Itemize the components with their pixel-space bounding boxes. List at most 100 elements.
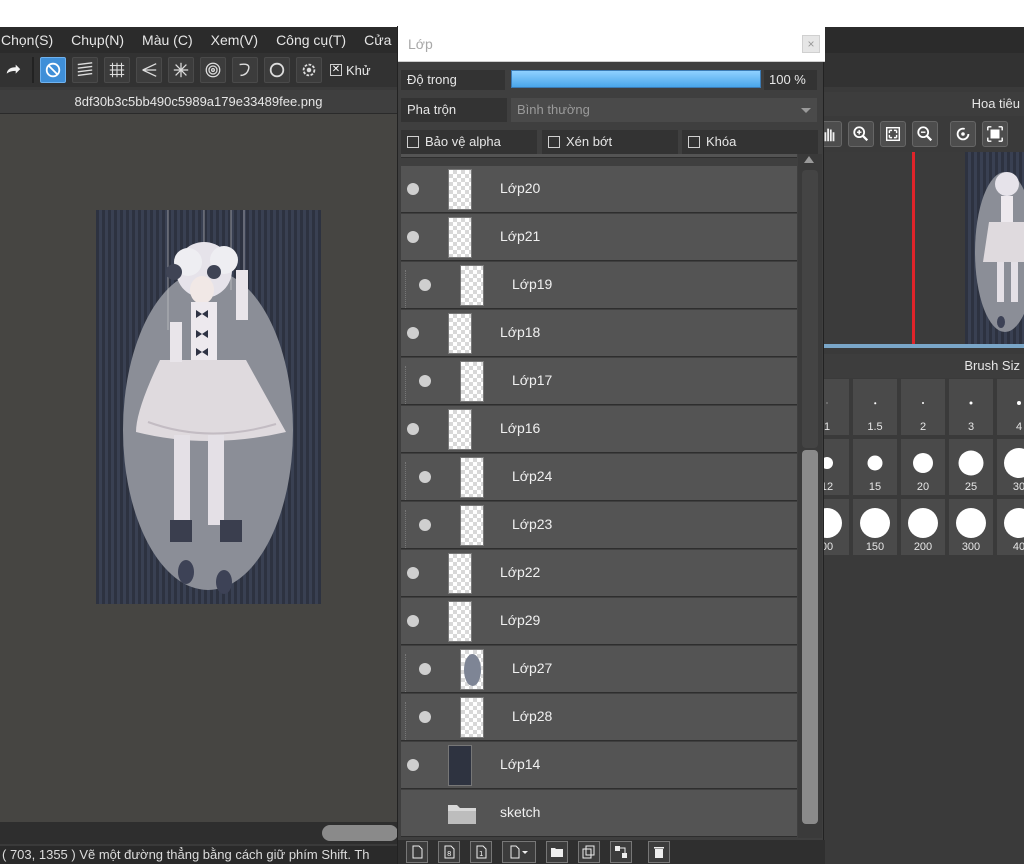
parallel-snap-icon: [77, 62, 93, 77]
brush-size-cell[interactable]: 30: [996, 438, 1024, 496]
new-layer-button[interactable]: [406, 841, 428, 863]
parallel-snap-button[interactable]: [72, 57, 98, 83]
close-icon[interactable]: ×: [802, 35, 820, 53]
brush-size-cell[interactable]: 2: [900, 378, 946, 436]
menu-select[interactable]: Chọn(S): [0, 32, 61, 48]
layer-row[interactable]: Lớp16: [401, 406, 797, 453]
visibility-eye-icon[interactable]: [407, 231, 419, 243]
menu-capture[interactable]: Chụp(N): [71, 32, 132, 48]
no-snap-button[interactable]: [40, 57, 66, 83]
clipping-box[interactable]: [548, 136, 560, 148]
layer-row[interactable]: Lớp19: [401, 262, 797, 309]
clipping-indicator-icon: [405, 510, 415, 548]
artwork-canvas[interactable]: [96, 210, 321, 604]
clipping-checkbox[interactable]: Xén bớt: [542, 130, 678, 154]
brush-size-cell[interactable]: 3: [948, 378, 994, 436]
layer-row[interactable]: Lớp21: [401, 214, 797, 261]
curve-snap-button[interactable]: [232, 57, 258, 83]
lock-box[interactable]: [688, 136, 700, 148]
brush-size-cell[interactable]: 200: [900, 498, 946, 556]
visibility-eye-icon[interactable]: [407, 327, 419, 339]
horizontal-scroll-thumb[interactable]: [322, 825, 398, 841]
menu-view[interactable]: Xem(V): [211, 32, 266, 48]
layer-panel-titlebar[interactable]: Lớp ×: [398, 26, 825, 62]
layer-row[interactable]: Lớp28: [401, 694, 797, 741]
layer-row[interactable]: Lớp29: [401, 598, 797, 645]
concentric-snap-button[interactable]: [200, 57, 226, 83]
canvas-area[interactable]: [0, 114, 400, 824]
layer-row[interactable]: sketch: [401, 790, 797, 837]
brush-size-cell[interactable]: 15: [852, 438, 898, 496]
menu-tools[interactable]: Công cụ(T): [276, 32, 354, 48]
visibility-eye-icon[interactable]: [419, 471, 431, 483]
brush-size-cell[interactable]: 4: [996, 378, 1024, 436]
brush-size-cell[interactable]: 300: [948, 498, 994, 556]
merge-layer-button[interactable]: [610, 841, 632, 863]
visibility-eye-icon[interactable]: [419, 519, 431, 531]
menu-window[interactable]: Cửa: [364, 32, 399, 48]
visibility-eye-icon[interactable]: [407, 183, 419, 195]
circle-snap-button[interactable]: [264, 57, 290, 83]
radial-snap-button[interactable]: [168, 57, 194, 83]
brush-size-label: 150: [865, 541, 885, 553]
scroll-up-icon[interactable]: [804, 156, 814, 163]
fullscreen-button[interactable]: [982, 121, 1008, 147]
reset-rotation-button[interactable]: [950, 121, 976, 147]
lock-checkbox[interactable]: Khóa: [682, 130, 818, 154]
visibility-eye-icon[interactable]: [419, 279, 431, 291]
brush-size-cell[interactable]: 20: [900, 438, 946, 496]
delete-layer-button[interactable]: [648, 841, 670, 863]
layer-row[interactable]: Lớp18: [401, 310, 797, 357]
toolbar-separator: [32, 57, 34, 83]
antialias-checkbox[interactable]: ✕ Khử: [330, 63, 371, 78]
layer-list-scrollbar[interactable]: [798, 154, 822, 854]
snap-settings-button[interactable]: [296, 57, 322, 83]
canvas-horizontal-scrollbar[interactable]: [0, 822, 400, 844]
visibility-eye-icon[interactable]: [419, 375, 431, 387]
visibility-eye-icon[interactable]: [407, 567, 419, 579]
svg-text:1: 1: [479, 850, 483, 858]
layer-name: Lớp16: [500, 420, 541, 436]
layer-row[interactable]: Lớp27: [401, 646, 797, 693]
vanishing-point-button[interactable]: [136, 57, 162, 83]
blend-mode-select[interactable]: Bình thường: [511, 98, 817, 122]
layer-row[interactable]: Lớp14: [401, 742, 797, 789]
layer-row[interactable]: Lớp20: [401, 166, 797, 213]
new-1bit-layer-button[interactable]: 1: [470, 841, 492, 863]
duplicate-layer-button[interactable]: [578, 841, 600, 863]
protect-alpha-checkbox[interactable]: Bảo vệ alpha: [401, 130, 537, 154]
redo-button[interactable]: [0, 57, 26, 83]
new-folder-button[interactable]: [546, 841, 568, 863]
zoom-out-button[interactable]: [912, 121, 938, 147]
brush-dot-icon: [922, 402, 924, 404]
visibility-eye-icon[interactable]: [407, 615, 419, 627]
new-8bit-layer-button[interactable]: 8: [438, 841, 460, 863]
layer-row-partial[interactable]: [401, 154, 797, 158]
navigator-preview[interactable]: [824, 152, 1024, 348]
layer-row[interactable]: Lớp24: [401, 454, 797, 501]
layer-row[interactable]: Lớp17: [401, 358, 797, 405]
brush-size-cell[interactable]: 1.5: [852, 378, 898, 436]
add-layer-menu-button[interactable]: [502, 841, 536, 863]
file-tab[interactable]: 8df30b3c5bb490c5989a179e33489fee.png: [0, 90, 397, 114]
brush-size-cell[interactable]: 25: [948, 438, 994, 496]
layer-row[interactable]: Lớp23: [401, 502, 797, 549]
visibility-eye-icon[interactable]: [407, 759, 419, 771]
visibility-eye-icon[interactable]: [407, 423, 419, 435]
brush-size-cell[interactable]: 40: [996, 498, 1024, 556]
scroll-track[interactable]: [802, 170, 818, 448]
scroll-thumb[interactable]: [802, 450, 818, 824]
antialias-check-box[interactable]: ✕: [330, 64, 342, 76]
protect-alpha-box[interactable]: [407, 136, 419, 148]
layer-thumbnail-shape: [464, 654, 481, 686]
layer-row[interactable]: Lớp22: [401, 550, 797, 597]
grid-snap-button[interactable]: [104, 57, 130, 83]
visibility-eye-icon[interactable]: [419, 711, 431, 723]
brush-size-cell[interactable]: 150: [852, 498, 898, 556]
menu-color[interactable]: Màu (C): [142, 32, 201, 48]
opacity-slider[interactable]: [511, 70, 761, 88]
zoom-in-button[interactable]: [848, 121, 874, 147]
fit-view-button[interactable]: [880, 121, 906, 147]
layer-list[interactable]: Lớp20 Lớp21 Lớp19 Lớp18 Lớp17 Lớp16 Lớp24 Lớp23…: [398, 154, 798, 838]
visibility-eye-icon[interactable]: [419, 663, 431, 675]
